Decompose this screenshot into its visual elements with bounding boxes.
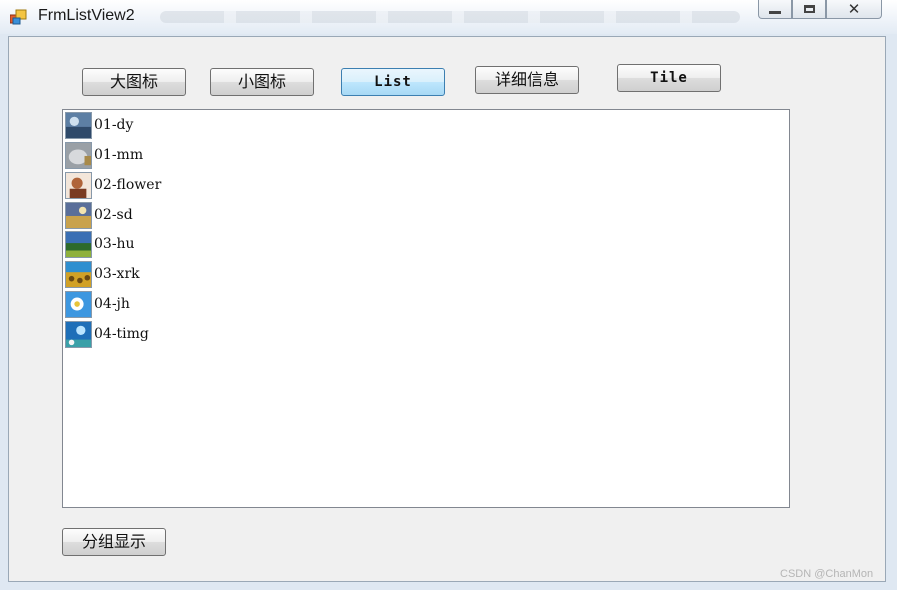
close-icon: ✕ <box>847 0 861 18</box>
list-item-label: 01-dy <box>94 117 134 133</box>
large-icon-button[interactable]: 大图标 <box>82 68 186 96</box>
watermark: CSDN @ChanMon <box>780 568 874 580</box>
list-item-label: 04-timg <box>94 326 149 342</box>
list-item-label: 02-flower <box>94 177 162 193</box>
app-icon <box>10 9 27 25</box>
list-item[interactable]: 03-xrk <box>65 260 140 288</box>
list-item[interactable]: 04-timg <box>65 320 149 348</box>
window-title: FrmListView2 <box>38 7 135 24</box>
list-item-label: 04-jh <box>94 296 130 312</box>
image-thumbnail-icon <box>65 201 92 229</box>
list-item[interactable]: 03-hu <box>65 230 135 258</box>
image-list-view[interactable]: 01-dy 01-mm 02-flower 02-sd 03-hu 03-xrk <box>62 109 790 508</box>
title-bar[interactable]: FrmListView2 ✕ <box>0 0 897 34</box>
list-item-label: 02-sd <box>94 207 133 223</box>
maximize-button[interactable] <box>792 0 826 19</box>
list-item[interactable]: 04-jh <box>65 290 130 318</box>
list-item-label: 01-mm <box>94 147 144 163</box>
list-item[interactable]: 02-sd <box>65 201 133 229</box>
list-item-label: 03-xrk <box>94 266 140 282</box>
list-item[interactable]: 02-flower <box>65 171 161 199</box>
details-view-button[interactable]: 详细信息 <box>475 66 579 94</box>
list-item-label: 03-hu <box>94 236 135 252</box>
image-thumbnail-icon <box>65 141 92 169</box>
group-display-button[interactable]: 分组显示 <box>62 528 166 556</box>
minimize-icon <box>769 10 781 14</box>
image-thumbnail-icon <box>65 111 92 139</box>
image-thumbnail-icon <box>65 320 92 348</box>
list-view-button[interactable]: List <box>341 68 445 96</box>
small-icon-button[interactable]: 小图标 <box>210 68 314 96</box>
tile-view-button[interactable]: Tile <box>617 64 721 92</box>
image-thumbnail-icon <box>65 260 92 288</box>
maximize-icon <box>803 5 815 13</box>
list-item[interactable]: 01-mm <box>65 141 143 169</box>
image-thumbnail-icon <box>65 230 92 258</box>
list-item[interactable]: 01-dy <box>65 111 133 139</box>
minimize-button[interactable] <box>758 0 792 19</box>
blurred-taskbar-strip <box>160 11 740 23</box>
image-thumbnail-icon <box>65 171 92 199</box>
image-thumbnail-icon <box>65 290 92 318</box>
close-button[interactable]: ✕ <box>826 0 882 19</box>
